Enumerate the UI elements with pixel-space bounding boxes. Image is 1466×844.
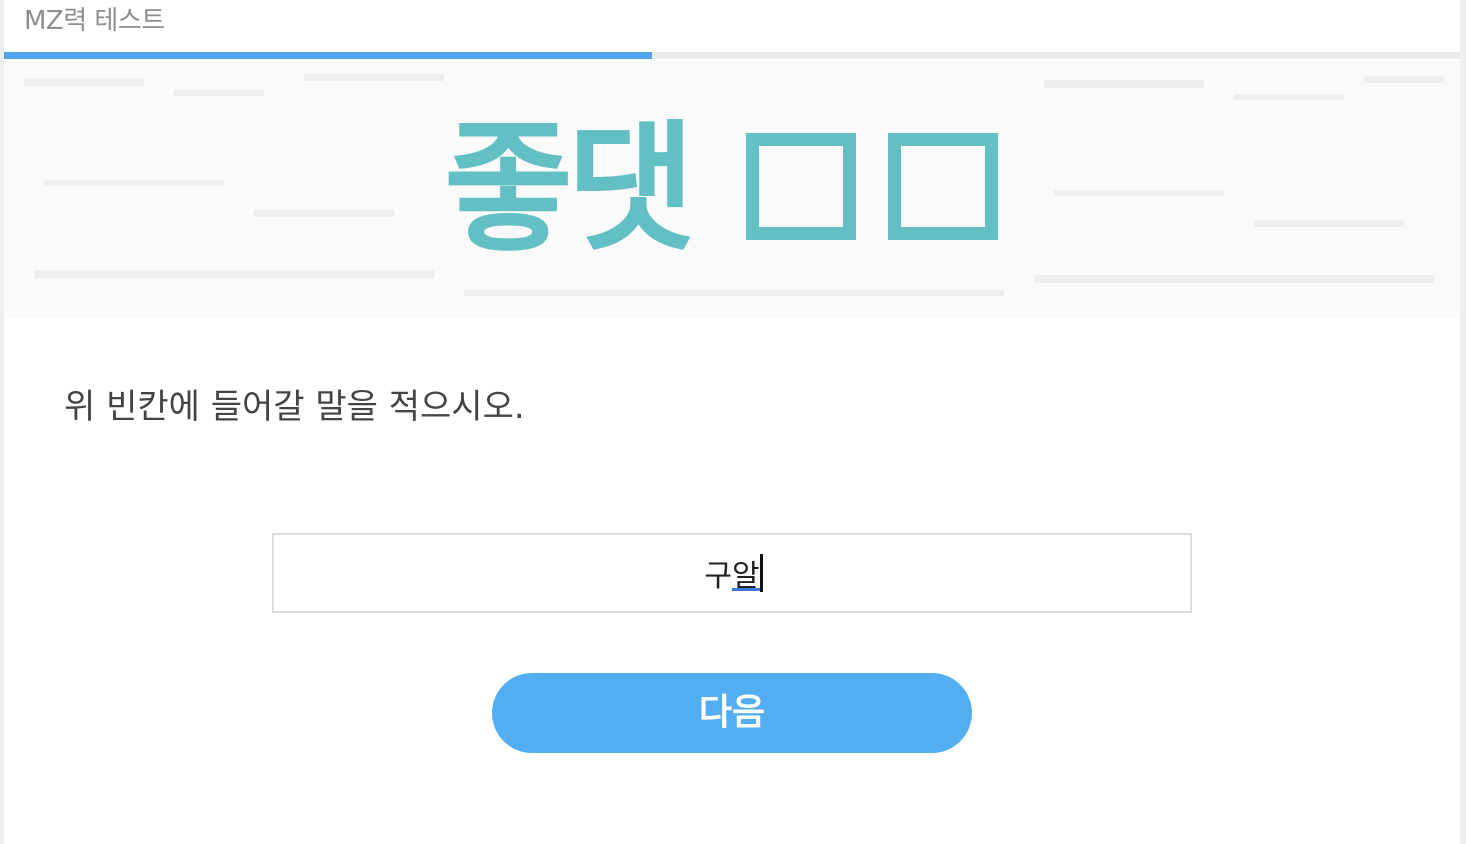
quiz-page: MZ력 테스트 좋댓 위 빈칸에 들어갈 말을 적으시오. 다음 — [4, 0, 1460, 844]
next-button[interactable]: 다음 — [492, 673, 972, 753]
quiz-image-background — [24, 74, 1444, 296]
answer-input[interactable] — [272, 533, 1192, 613]
question-text: 위 빈칸에 들어갈 말을 적으시오. — [64, 387, 525, 427]
blank-box — [746, 133, 856, 240]
blank-box — [888, 133, 998, 240]
right-edge — [1460, 0, 1466, 844]
text-caret — [760, 554, 763, 592]
app-title: MZ력 테스트 — [24, 6, 165, 36]
quiz-image: 좋댓 — [4, 60, 1460, 318]
progress-bar — [4, 52, 1460, 59]
ime-composition-underline — [732, 588, 760, 591]
progress-bar-fill — [4, 52, 652, 59]
quiz-word: 좋댓 — [444, 108, 696, 271]
